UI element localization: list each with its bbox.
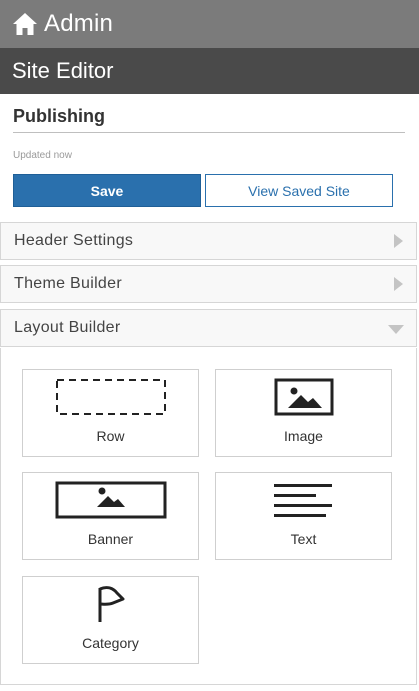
block-label: Text (290, 531, 317, 547)
layout-builder-panel: Row Image Banner Text Category (0, 348, 417, 685)
section-label: Theme Builder (14, 275, 122, 292)
site-editor-title: Site Editor (12, 58, 114, 83)
section-layout-builder[interactable]: Layout Builder (0, 309, 417, 347)
banner-icon (55, 481, 167, 524)
block-banner[interactable]: Banner (22, 472, 199, 560)
image-icon (274, 378, 334, 421)
site-editor-header: Site Editor (0, 48, 419, 94)
view-saved-site-button[interactable]: View Saved Site (205, 174, 393, 207)
block-label: Category (82, 635, 139, 651)
publishing-divider (13, 132, 405, 133)
block-category[interactable]: Category (22, 576, 199, 664)
save-button[interactable]: Save (13, 174, 201, 207)
row-icon (55, 378, 167, 421)
block-label: Image (284, 428, 323, 444)
section-label: Header Settings (14, 232, 134, 249)
chevron-right-icon (394, 277, 403, 291)
chevron-right-icon (394, 234, 403, 248)
block-text[interactable]: Text (215, 472, 392, 560)
chevron-down-icon (388, 325, 404, 334)
block-row[interactable]: Row (22, 369, 199, 457)
publish-status: Updated now (13, 150, 72, 161)
text-icon (273, 481, 334, 524)
home-icon[interactable] (12, 11, 39, 37)
block-label: Row (96, 428, 125, 444)
block-image[interactable]: Image (215, 369, 392, 457)
admin-header[interactable]: Admin (0, 0, 419, 48)
section-label: Layout Builder (14, 319, 121, 336)
block-label: Banner (87, 531, 134, 547)
section-header-settings[interactable]: Header Settings (0, 222, 417, 260)
admin-title[interactable]: Admin (44, 10, 113, 38)
publishing-title: Publishing (13, 106, 105, 126)
section-theme-builder[interactable]: Theme Builder (0, 265, 417, 303)
flag-icon (95, 584, 127, 629)
